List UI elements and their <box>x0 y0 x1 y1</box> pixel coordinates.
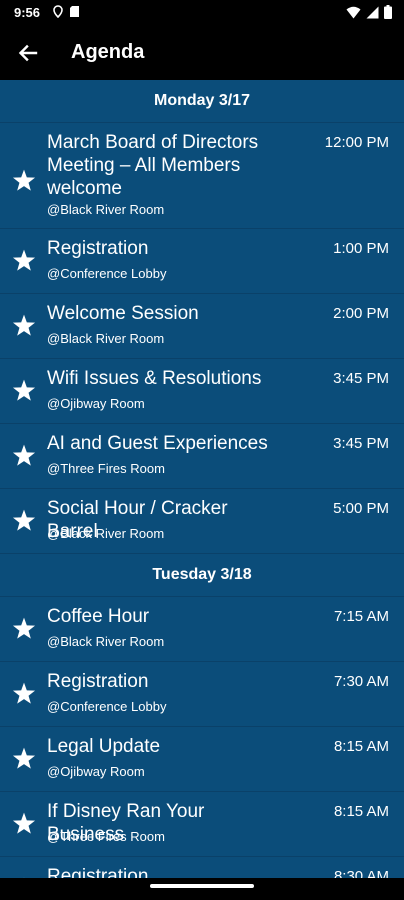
navigation-bar <box>0 878 404 900</box>
event-time: 5:00 PM <box>333 500 389 517</box>
home-indicator[interactable] <box>150 884 254 888</box>
event-row[interactable]: Registration @Conference Lobby 7:30 AM <box>0 662 404 727</box>
event-row[interactable]: Legal Update @Ojibway Room 8:15 AM <box>0 727 404 792</box>
app-bar: Agenda <box>0 26 404 80</box>
event-title: March Board of Directors Meeting – All M… <box>47 132 259 199</box>
star-icon[interactable] <box>11 443 37 469</box>
event-row[interactable]: Welcome Session @Black River Room 2:00 P… <box>0 294 404 359</box>
star-icon[interactable] <box>11 313 37 339</box>
event-location: @Black River Room <box>47 331 165 346</box>
event-time: 8:15 AM <box>333 803 389 820</box>
event-location: @Three Fires Room <box>47 461 165 476</box>
event-time: 3:45 PM <box>333 435 389 452</box>
back-button[interactable] <box>14 39 42 67</box>
event-time: 8:15 AM <box>333 738 389 755</box>
event-time: 1:00 PM <box>333 240 389 257</box>
star-icon[interactable] <box>11 168 37 194</box>
event-time: 8:30 AM <box>333 868 389 878</box>
battery-icon <box>384 5 392 19</box>
star-icon[interactable] <box>11 811 37 837</box>
star-icon[interactable] <box>11 378 37 404</box>
event-title: Registration <box>47 671 149 692</box>
star-icon[interactable] <box>11 616 37 642</box>
event-location: @Conference Lobby <box>47 699 167 714</box>
event-title: Wifi Issues & Resolutions <box>47 368 262 389</box>
day-header: Monday 3/17 <box>0 80 404 123</box>
event-row[interactable]: Wifi Issues & Resolutions @Ojibway Room … <box>0 359 404 424</box>
event-location: @Black River Room <box>47 202 165 217</box>
star-icon[interactable] <box>11 508 37 534</box>
status-time: 9:56 <box>14 5 41 20</box>
event-location: @Ojibway Room <box>47 396 145 411</box>
event-row[interactable]: Registration 8:30 AM <box>0 857 404 878</box>
sd-card-icon <box>70 6 79 17</box>
status-bar: 9:56 <box>0 0 404 26</box>
event-row[interactable]: March Board of Directors Meeting – All M… <box>0 123 404 229</box>
event-time: 2:00 PM <box>333 305 389 322</box>
day-header: Tuesday 3/18 <box>0 554 404 597</box>
arrow-left-icon <box>18 44 38 62</box>
star-icon[interactable] <box>11 681 37 707</box>
event-time: 12:00 PM <box>324 134 389 151</box>
star-icon[interactable] <box>11 746 37 772</box>
event-row[interactable]: If Disney Ran Your Business @Three Fires… <box>0 792 404 857</box>
star-icon[interactable] <box>11 248 37 274</box>
event-location: @Three Fires Room <box>47 829 165 844</box>
event-row[interactable]: Coffee Hour @Black River Room 7:15 AM <box>0 597 404 662</box>
event-row[interactable]: Social Hour / Cracker Barrel @Black Rive… <box>0 489 404 554</box>
event-title: AI and Guest Experiences <box>47 433 268 454</box>
event-time: 3:45 PM <box>333 370 389 387</box>
signal-icon <box>366 6 379 18</box>
event-location: @Black River Room <box>47 634 165 649</box>
wifi-icon <box>346 6 361 18</box>
event-location: @Conference Lobby <box>47 266 167 281</box>
event-location: @Black River Room <box>47 526 165 541</box>
event-title: Registration <box>47 866 149 878</box>
status-right-icons <box>346 5 392 19</box>
event-title: Welcome Session <box>47 303 199 324</box>
event-title: Legal Update <box>47 736 161 757</box>
event-time: 7:30 AM <box>333 673 389 690</box>
event-location: @Ojibway Room <box>47 764 145 779</box>
location-icon <box>53 5 63 18</box>
event-row[interactable]: Registration @Conference Lobby 1:00 PM <box>0 229 404 294</box>
event-time: 7:15 AM <box>333 608 389 625</box>
event-title: Coffee Hour <box>47 606 150 627</box>
status-left-icons <box>52 5 80 18</box>
agenda-list[interactable]: Monday 3/17 March Board of Directors Mee… <box>0 80 404 878</box>
page-title: Agenda <box>71 41 145 63</box>
event-row[interactable]: AI and Guest Experiences @Three Fires Ro… <box>0 424 404 489</box>
event-title: Registration <box>47 238 149 259</box>
